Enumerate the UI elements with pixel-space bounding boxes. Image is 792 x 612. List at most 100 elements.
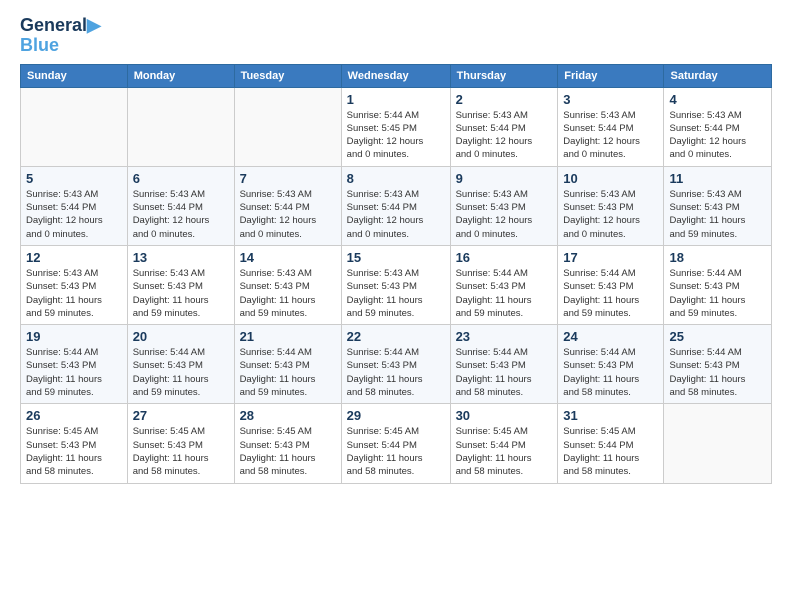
day-info: Sunrise: 5:44 AM Sunset: 5:43 PM Dayligh…: [347, 346, 445, 399]
calendar-cell: 21 Sunrise: 5:44 AM Sunset: 5:43 PM Dayli…: [234, 325, 341, 404]
header-row: SundayMondayTuesdayWednesdayThursdayFrid…: [21, 64, 772, 87]
header-cell-sunday: Sunday: [21, 64, 128, 87]
calendar-cell: 2 Sunrise: 5:43 AM Sunset: 5:44 PM Daylig…: [450, 87, 558, 166]
day-info: Sunrise: 5:43 AM Sunset: 5:44 PM Dayligh…: [456, 109, 553, 162]
day-info: Sunrise: 5:43 AM Sunset: 5:44 PM Dayligh…: [563, 109, 658, 162]
day-number: 19: [26, 329, 122, 344]
calendar-cell: 20 Sunrise: 5:44 AM Sunset: 5:43 PM Dayli…: [127, 325, 234, 404]
day-number: 13: [133, 250, 229, 265]
day-number: 30: [456, 408, 553, 423]
calendar-cell: 11 Sunrise: 5:43 AM Sunset: 5:43 PM Dayli…: [664, 166, 772, 245]
day-number: 22: [347, 329, 445, 344]
day-info: Sunrise: 5:44 AM Sunset: 5:45 PM Dayligh…: [347, 109, 445, 162]
header-cell-monday: Monday: [127, 64, 234, 87]
day-number: 1: [347, 92, 445, 107]
calendar-cell: 22 Sunrise: 5:44 AM Sunset: 5:43 PM Dayli…: [341, 325, 450, 404]
calendar-cell: 14Sunrise: 5:43 AM Sunset: 5:43 PM Dayli…: [234, 245, 341, 324]
calendar-cell: 3 Sunrise: 5:43 AM Sunset: 5:44 PM Daylig…: [558, 87, 664, 166]
day-info: Sunrise: 5:44 AM Sunset: 5:43 PM Dayligh…: [26, 346, 122, 399]
day-number: 3: [563, 92, 658, 107]
day-number: 31: [563, 408, 658, 423]
calendar-cell: [234, 87, 341, 166]
day-info: Sunrise: 5:43 AM Sunset: 5:44 PM Dayligh…: [133, 188, 229, 241]
day-number: 25: [669, 329, 766, 344]
calendar-cell: 6Sunrise: 5:43 AM Sunset: 5:44 PM Daylig…: [127, 166, 234, 245]
calendar-week-4: 19 Sunrise: 5:44 AM Sunset: 5:43 PM Dayli…: [21, 325, 772, 404]
day-info: Sunrise: 5:43 AM Sunset: 5:43 PM Dayligh…: [347, 267, 445, 320]
calendar-cell: 15Sunrise: 5:43 AM Sunset: 5:43 PM Dayli…: [341, 245, 450, 324]
day-number: 9: [456, 171, 553, 186]
calendar-cell: 7 Sunrise: 5:43 AM Sunset: 5:44 PM Daylig…: [234, 166, 341, 245]
day-number: 8: [347, 171, 445, 186]
day-info: Sunrise: 5:44 AM Sunset: 5:43 PM Dayligh…: [669, 346, 766, 399]
day-number: 17: [563, 250, 658, 265]
calendar-table: SundayMondayTuesdayWednesdayThursdayFrid…: [20, 64, 772, 484]
page-header: General▶ Blue: [20, 16, 772, 56]
day-info: Sunrise: 5:44 AM Sunset: 5:43 PM Dayligh…: [240, 346, 336, 399]
logo-line1: General▶: [20, 16, 101, 36]
calendar-body: 1 Sunrise: 5:44 AM Sunset: 5:45 PM Daylig…: [21, 87, 772, 483]
logo: General▶ Blue: [20, 16, 101, 56]
day-number: 2: [456, 92, 553, 107]
day-number: 16: [456, 250, 553, 265]
calendar-cell: 13 Sunrise: 5:43 AM Sunset: 5:43 PM Dayli…: [127, 245, 234, 324]
day-number: 14: [240, 250, 336, 265]
header-cell-wednesday: Wednesday: [341, 64, 450, 87]
calendar-cell: [127, 87, 234, 166]
calendar-week-3: 12 Sunrise: 5:43 AM Sunset: 5:43 PM Dayli…: [21, 245, 772, 324]
day-info: Sunrise: 5:43 AM Sunset: 5:43 PM Dayligh…: [133, 267, 229, 320]
calendar-cell: 23Sunrise: 5:44 AM Sunset: 5:43 PM Dayli…: [450, 325, 558, 404]
calendar-cell: 28 Sunrise: 5:45 AM Sunset: 5:43 PM Dayli…: [234, 404, 341, 483]
day-info: Sunrise: 5:44 AM Sunset: 5:43 PM Dayligh…: [669, 267, 766, 320]
calendar-cell: 8Sunrise: 5:43 AM Sunset: 5:44 PM Daylig…: [341, 166, 450, 245]
day-number: 11: [669, 171, 766, 186]
day-number: 7: [240, 171, 336, 186]
calendar-cell: 9 Sunrise: 5:43 AM Sunset: 5:43 PM Daylig…: [450, 166, 558, 245]
day-number: 24: [563, 329, 658, 344]
day-info: Sunrise: 5:45 AM Sunset: 5:44 PM Dayligh…: [347, 425, 445, 478]
calendar-cell: 5 Sunrise: 5:43 AM Sunset: 5:44 PM Daylig…: [21, 166, 128, 245]
day-info: Sunrise: 5:45 AM Sunset: 5:43 PM Dayligh…: [133, 425, 229, 478]
calendar-cell: 30 Sunrise: 5:45 AM Sunset: 5:44 PM Dayli…: [450, 404, 558, 483]
day-info: Sunrise: 5:44 AM Sunset: 5:43 PM Dayligh…: [456, 267, 553, 320]
header-cell-friday: Friday: [558, 64, 664, 87]
day-info: Sunrise: 5:44 AM Sunset: 5:43 PM Dayligh…: [133, 346, 229, 399]
calendar-cell: 25 Sunrise: 5:44 AM Sunset: 5:43 PM Dayli…: [664, 325, 772, 404]
calendar-cell: 10Sunrise: 5:43 AM Sunset: 5:43 PM Dayli…: [558, 166, 664, 245]
calendar-cell: 17 Sunrise: 5:44 AM Sunset: 5:43 PM Dayli…: [558, 245, 664, 324]
day-info: Sunrise: 5:45 AM Sunset: 5:43 PM Dayligh…: [26, 425, 122, 478]
calendar-week-2: 5 Sunrise: 5:43 AM Sunset: 5:44 PM Daylig…: [21, 166, 772, 245]
day-info: Sunrise: 5:43 AM Sunset: 5:44 PM Dayligh…: [669, 109, 766, 162]
day-info: Sunrise: 5:44 AM Sunset: 5:43 PM Dayligh…: [563, 267, 658, 320]
header-cell-tuesday: Tuesday: [234, 64, 341, 87]
header-cell-thursday: Thursday: [450, 64, 558, 87]
day-number: 28: [240, 408, 336, 423]
day-info: Sunrise: 5:43 AM Sunset: 5:44 PM Dayligh…: [240, 188, 336, 241]
logo-line2: Blue: [20, 36, 101, 56]
calendar-cell: [664, 404, 772, 483]
day-number: 12: [26, 250, 122, 265]
day-info: Sunrise: 5:43 AM Sunset: 5:43 PM Dayligh…: [456, 188, 553, 241]
day-number: 23: [456, 329, 553, 344]
calendar-cell: 12Sunrise: 5:43 AM Sunset: 5:43 PM Dayli…: [21, 245, 128, 324]
day-info: Sunrise: 5:43 AM Sunset: 5:44 PM Dayligh…: [26, 188, 122, 241]
day-number: 29: [347, 408, 445, 423]
day-number: 26: [26, 408, 122, 423]
day-info: Sunrise: 5:43 AM Sunset: 5:43 PM Dayligh…: [563, 188, 658, 241]
day-number: 21: [240, 329, 336, 344]
day-number: 5: [26, 171, 122, 186]
calendar-week-1: 1 Sunrise: 5:44 AM Sunset: 5:45 PM Daylig…: [21, 87, 772, 166]
calendar-cell: 26 Sunrise: 5:45 AM Sunset: 5:43 PM Dayli…: [21, 404, 128, 483]
day-info: Sunrise: 5:43 AM Sunset: 5:43 PM Dayligh…: [669, 188, 766, 241]
day-number: 20: [133, 329, 229, 344]
calendar-cell: 18 Sunrise: 5:44 AM Sunset: 5:43 PM Dayli…: [664, 245, 772, 324]
calendar-cell: 27Sunrise: 5:45 AM Sunset: 5:43 PM Dayli…: [127, 404, 234, 483]
calendar-cell: 1 Sunrise: 5:44 AM Sunset: 5:45 PM Daylig…: [341, 87, 450, 166]
calendar-cell: [21, 87, 128, 166]
day-info: Sunrise: 5:45 AM Sunset: 5:43 PM Dayligh…: [240, 425, 336, 478]
day-info: Sunrise: 5:45 AM Sunset: 5:44 PM Dayligh…: [456, 425, 553, 478]
calendar-cell: 24Sunrise: 5:44 AM Sunset: 5:43 PM Dayli…: [558, 325, 664, 404]
calendar-cell: 16 Sunrise: 5:44 AM Sunset: 5:43 PM Dayli…: [450, 245, 558, 324]
calendar-header: SundayMondayTuesdayWednesdayThursdayFrid…: [21, 64, 772, 87]
day-number: 18: [669, 250, 766, 265]
